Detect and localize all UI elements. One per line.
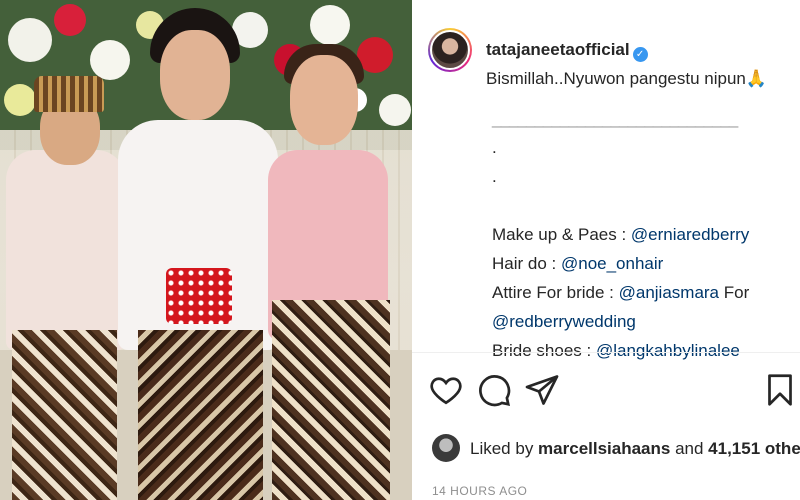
likes-middle: and bbox=[670, 439, 709, 458]
username-link[interactable]: tatajaneetaofficial bbox=[486, 40, 630, 59]
credit-label: Attire For bride : bbox=[492, 283, 619, 302]
caption-first-line: Bismillah..Nyuwon pangestu nipun bbox=[486, 69, 746, 88]
girl-head bbox=[290, 55, 358, 145]
caption-header: tatajaneetaofficial ✓ Bismillah..Nyuwon p… bbox=[486, 35, 786, 93]
mention-link[interactable]: @anjiasmara bbox=[619, 283, 719, 302]
comment-icon[interactable] bbox=[476, 372, 512, 408]
boy-blangkon bbox=[34, 76, 104, 112]
credit-line bbox=[492, 191, 792, 220]
caption-area: tatajaneetaofficial ✓ Bismillah..Nyuwon p… bbox=[412, 0, 800, 360]
girl-batik bbox=[272, 300, 390, 500]
share-icon[interactable] bbox=[524, 372, 560, 408]
action-bar bbox=[412, 372, 800, 416]
liker-username[interactable]: marcellsiahaans bbox=[538, 439, 670, 458]
avatar-image bbox=[430, 30, 470, 70]
credit-shoes: Bride shoes : @langkahbylinalee bbox=[492, 336, 792, 365]
mention-link[interactable]: @erniaredberry bbox=[631, 225, 749, 244]
mention-link[interactable]: @langkahbylinalee bbox=[596, 341, 740, 360]
verified-badge-icon: ✓ bbox=[632, 47, 648, 62]
credit-suffix: For bbox=[719, 283, 750, 302]
post-photo[interactable] bbox=[0, 0, 412, 500]
likes-row: Liked by marcellsiahaans and 41,151 othe… bbox=[432, 434, 800, 464]
credit-hair: Hair do : @noe_onhair bbox=[492, 249, 792, 278]
liker-avatar[interactable] bbox=[432, 434, 460, 462]
likes-prefix: Liked by bbox=[470, 439, 539, 458]
mention-link[interactable]: @noe_onhair bbox=[561, 254, 663, 273]
credit-attire-brand: @redberrywedding bbox=[492, 307, 792, 336]
mention-link[interactable]: @redberrywedding bbox=[492, 312, 636, 331]
credit-label: Make up & Paes : bbox=[492, 225, 631, 244]
post-side-panel: tatajaneetaofficial ✓ Bismillah..Nyuwon p… bbox=[412, 0, 800, 500]
bride-red-sash bbox=[166, 268, 232, 324]
credit-label: Hair do : bbox=[492, 254, 561, 273]
boy-batik bbox=[12, 330, 117, 500]
divider bbox=[412, 352, 800, 353]
boy-figure bbox=[6, 150, 126, 350]
caption-body: _____________________________ . . Make u… bbox=[492, 104, 792, 365]
caption-divider: _____________________________ bbox=[492, 109, 738, 128]
bride-head bbox=[160, 30, 230, 120]
prayer-emoji: 🙏 bbox=[745, 69, 768, 88]
heart-icon[interactable] bbox=[428, 372, 464, 408]
credit-label: Bride shoes : bbox=[492, 341, 596, 360]
profile-avatar[interactable] bbox=[428, 28, 472, 72]
credit-makeup: Make up & Paes : @erniaredberry bbox=[492, 220, 792, 249]
likes-count[interactable]: 41,151 others bbox=[708, 439, 800, 458]
likes-text[interactable]: Liked by marcellsiahaans and 41,151 othe… bbox=[470, 434, 800, 464]
caption-dot: . bbox=[492, 167, 497, 186]
credit-attire: Attire For bride : @anjiasmara For bbox=[492, 278, 792, 307]
caption-dot: . bbox=[492, 138, 497, 157]
bride-batik bbox=[138, 330, 263, 500]
bookmark-icon[interactable] bbox=[762, 372, 798, 408]
post-timestamp[interactable]: 14 HOURS AGO bbox=[432, 484, 527, 498]
